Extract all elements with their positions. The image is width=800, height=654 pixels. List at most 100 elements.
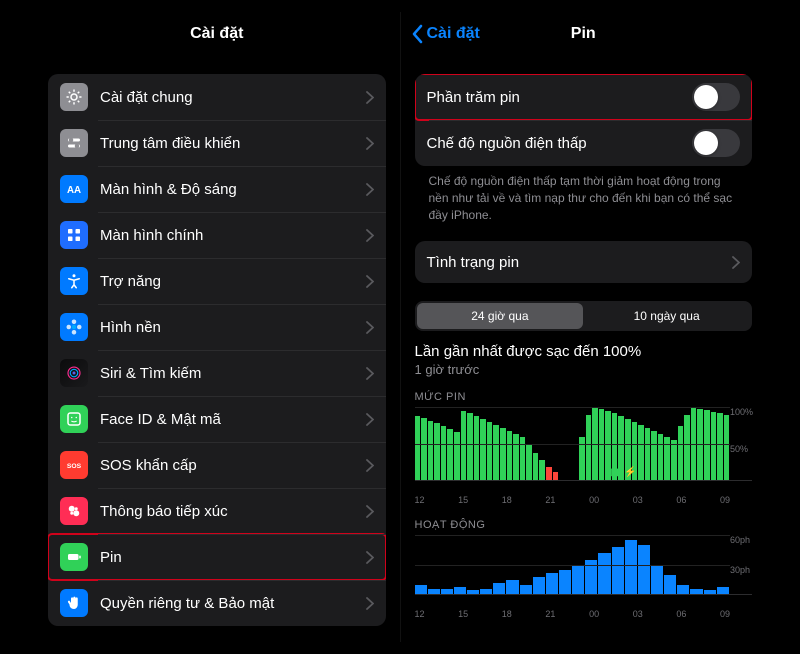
chart-bar: [441, 589, 453, 595]
chart1-xlabels: 1215182100030609: [415, 495, 753, 505]
row-label: Trợ năng: [100, 273, 366, 290]
chart-bar: [678, 426, 684, 481]
chart-bar: [671, 440, 677, 481]
chart-bar: [645, 428, 651, 481]
settings-row-flower[interactable]: Hình nền: [48, 304, 386, 350]
row-label: Hình nền: [100, 319, 366, 336]
settings-row-sos[interactable]: SOSSOS khẩn cấp: [48, 442, 386, 488]
segment-1[interactable]: 10 ngày qua: [583, 303, 750, 329]
chart-bar: [690, 589, 702, 595]
last-charge-sub: 1 giờ trước: [415, 362, 753, 377]
chart-bar: [461, 411, 467, 480]
chevron-right-icon: [366, 137, 374, 150]
x-tick: 00: [589, 609, 599, 619]
chart-bar: [625, 540, 637, 594]
charging-indicator-icon: ▮▮ ⚡: [610, 467, 636, 478]
chart2-xlabels: 1215182100030609: [415, 609, 753, 619]
chart-bar: [638, 545, 650, 594]
segment-0[interactable]: 24 giờ qua: [417, 303, 584, 329]
row-label: Cài đặt chung: [100, 89, 366, 106]
toggle-row[interactable]: Phần trăm pin: [415, 74, 753, 120]
chart-bar: [526, 445, 532, 480]
chart-bar: [507, 431, 513, 481]
x-tick: 09: [720, 609, 730, 619]
battery-content[interactable]: Phần trăm pin Chế độ nguồn điện thấp Chế …: [401, 56, 767, 642]
chart-bar: [415, 416, 421, 480]
siri-icon: [60, 359, 88, 387]
chevron-left-icon: [411, 24, 423, 44]
settings-row-hand[interactable]: Quyền riêng tư & Bảo mật: [48, 580, 386, 626]
chart-bar: [500, 428, 506, 481]
x-tick: 09: [720, 495, 730, 505]
toggle-label: Phần trăm pin: [427, 89, 693, 106]
battery-icon: [60, 543, 88, 571]
chart-bar: [493, 425, 499, 480]
chevron-right-icon: [366, 321, 374, 334]
battery-health-row[interactable]: Tình trạng pin: [415, 241, 753, 283]
chart-bar: [428, 421, 434, 481]
settings-header: Cài đặt: [34, 12, 400, 56]
battery-screen: Cài đặt Pin Phần trăm pin Chế độ nguồn đi…: [400, 12, 767, 642]
settings-group-main: Cài đặt chung Trung tâm điều khiển AA Màn h…: [48, 74, 386, 626]
settings-row-faceid[interactable]: Face ID & Mật mã: [48, 396, 386, 442]
chart-bar: [467, 590, 479, 594]
chart-bar: [493, 583, 505, 595]
chart-bar: [711, 412, 717, 481]
settings-row-battery[interactable]: Pin: [48, 534, 386, 580]
battery-level-chart[interactable]: ▮▮ ⚡: [415, 407, 753, 481]
low-power-footnote: Chế độ nguồn điện thấp tạm thời giảm hoạ…: [415, 166, 753, 223]
gear-icon: [60, 83, 88, 111]
battery-level-chart-wrap: ▮▮ ⚡ 100%50%: [415, 407, 753, 481]
settings-row-gear[interactable]: Cài đặt chung: [48, 74, 386, 120]
chart-bar: [598, 553, 610, 594]
chevron-right-icon: [366, 597, 374, 610]
battery-header: Cài đặt Pin: [401, 12, 767, 56]
x-tick: 12: [415, 495, 425, 505]
settings-content[interactable]: Cài đặt chung Trung tâm điều khiển AA Màn h…: [34, 56, 400, 642]
activity-chart-wrap: 60ph30ph: [415, 535, 753, 595]
x-tick: 00: [589, 495, 599, 505]
chevron-right-icon: [366, 459, 374, 472]
battery-title: Pin: [571, 25, 596, 43]
chart-bar: [664, 575, 676, 595]
settings-row-siri[interactable]: Siri & Tìm kiếm: [48, 350, 386, 396]
settings-row-accessibility[interactable]: Trợ năng: [48, 258, 386, 304]
chart-bar: [520, 585, 532, 595]
chart-bar: [441, 426, 447, 480]
exposure-icon: [60, 497, 88, 525]
accessibility-icon: [60, 267, 88, 295]
chevron-right-icon: [366, 91, 374, 104]
chart-bar: [651, 565, 663, 595]
toggle-row[interactable]: Chế độ nguồn điện thấp: [415, 120, 753, 166]
x-tick: 15: [458, 495, 468, 505]
chevron-right-icon: [366, 551, 374, 564]
chart-bar: [454, 432, 460, 480]
settings-row-exposure[interactable]: Thông báo tiếp xúc: [48, 488, 386, 534]
toggle-switch[interactable]: [692, 129, 740, 157]
flower-icon: [60, 313, 88, 341]
chart-bar: [586, 415, 592, 481]
chart-bar: [546, 467, 552, 480]
row-label: Quyền riêng tư & Bảo mật: [100, 595, 366, 612]
settings-row-aa[interactable]: AA Màn hình & Độ sáng: [48, 166, 386, 212]
chart-bar: [638, 425, 644, 480]
x-tick: 03: [633, 495, 643, 505]
svg-text:AA: AA: [67, 185, 81, 196]
back-label: Cài đặt: [427, 25, 480, 43]
x-tick: 06: [676, 495, 686, 505]
toggle-switch[interactable]: [692, 83, 740, 111]
settings-row-switches[interactable]: Trung tâm điều khiển: [48, 120, 386, 166]
chart-bar: [553, 472, 559, 481]
chart-bar: [447, 429, 453, 480]
chart-bar: [704, 410, 710, 480]
row-label: Màn hình & Độ sáng: [100, 181, 366, 198]
settings-row-grid[interactable]: Màn hình chính: [48, 212, 386, 258]
chart-bar: [487, 422, 493, 480]
x-tick: 03: [633, 609, 643, 619]
activity-chart[interactable]: [415, 535, 753, 595]
back-button[interactable]: Cài đặt: [411, 24, 480, 44]
time-range-segmented[interactable]: 24 giờ qua10 ngày qua: [415, 301, 753, 331]
x-tick: 18: [502, 495, 512, 505]
chevron-right-icon: [366, 275, 374, 288]
sos-icon: SOS: [60, 451, 88, 479]
